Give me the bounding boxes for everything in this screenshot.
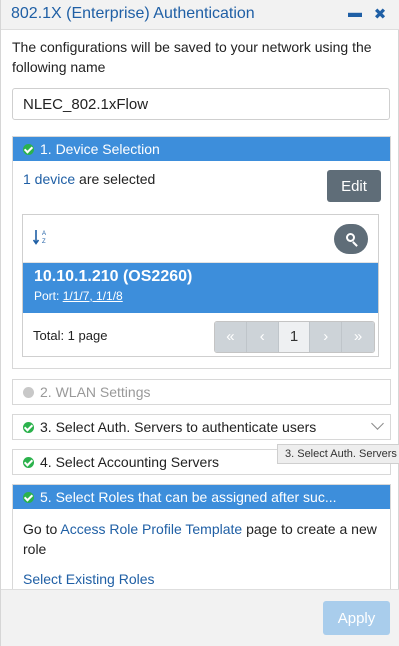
pager: « ‹ 1 › »: [214, 321, 375, 353]
section-title: 2. WLAN Settings: [40, 384, 151, 400]
roles-section: 5. Select Roles that can be assigned aft…: [12, 484, 391, 594]
device-summary: 1 device are selected: [23, 171, 155, 187]
auth-dialog: 802.1X (Enterprise) Authentication ▬ ✖ T…: [0, 0, 399, 646]
roles-instructions: Go to Access Role Profile Template page …: [23, 519, 380, 559]
pager-total: Total: 1 page: [33, 328, 108, 343]
device-table: A Z 10.10.1.210 (OS2260) Port: 1/1/7, 1/…: [22, 214, 379, 357]
pager-last-button[interactable]: »: [342, 322, 374, 352]
dialog-title: 802.1X (Enterprise) Authentication: [11, 5, 255, 22]
section-title: 3. Select Auth. Servers to authenticate …: [40, 419, 317, 435]
roles-text-prefix: Go to: [23, 521, 61, 537]
pending-circle-icon: [23, 386, 34, 398]
tooltip: 3. Select Auth. Servers to authenticate …: [277, 444, 399, 464]
device-table-toolbar: A Z: [23, 215, 378, 263]
minimize-icon[interactable]: ▬: [348, 4, 362, 20]
dialog-header: 802.1X (Enterprise) Authentication ▬ ✖: [1, 0, 399, 30]
network-name-input[interactable]: [12, 88, 390, 120]
device-name: 10.10.1.210 (OS2260): [34, 268, 193, 285]
section-title: 5. Select Roles that can be assigned aft…: [40, 489, 337, 505]
dialog-footer: Apply: [1, 589, 399, 646]
check-circle-icon: [23, 143, 34, 155]
auth-servers-section: 3. Select Auth. Servers to authenticate …: [12, 414, 391, 440]
auth-servers-header[interactable]: 3. Select Auth. Servers to authenticate …: [13, 415, 390, 439]
roles-body: Go to Access Role Profile Template page …: [13, 509, 390, 589]
roles-header[interactable]: 5. Select Roles that can be assigned aft…: [13, 485, 390, 509]
sort-az-icon[interactable]: A Z: [33, 228, 49, 246]
wlan-settings-header[interactable]: 2. WLAN Settings: [13, 380, 390, 404]
device-summary-text: are selected: [75, 171, 156, 187]
svg-text:Z: Z: [42, 239, 46, 245]
pager-first-button[interactable]: «: [215, 322, 247, 352]
device-selection-section: 1. Device Selection 1 device are selecte…: [12, 136, 391, 369]
svg-text:A: A: [42, 231, 46, 237]
chevron-down-icon[interactable]: [371, 417, 384, 430]
pager-next-button[interactable]: ›: [310, 322, 343, 352]
device-count-link[interactable]: 1 device: [23, 171, 75, 187]
search-button[interactable]: [334, 224, 368, 254]
section-title: 1. Device Selection: [40, 141, 160, 157]
check-circle-icon: [23, 491, 34, 503]
select-existing-roles-link[interactable]: Select Existing Roles: [23, 569, 380, 589]
access-role-template-link[interactable]: Access Role Profile Template: [60, 521, 242, 537]
wlan-settings-section: 2. WLAN Settings: [12, 379, 391, 405]
device-ports: Port: 1/1/7, 1/1/8: [34, 289, 378, 303]
pager-current-page[interactable]: 1: [278, 322, 311, 352]
check-circle-icon: [23, 456, 34, 468]
port-list-link[interactable]: 1/1/7, 1/1/8: [63, 289, 123, 303]
check-circle-icon: [23, 421, 34, 433]
pager-prev-button[interactable]: ‹: [246, 322, 279, 352]
section-title: 4. Select Accounting Servers: [40, 454, 219, 470]
intro-text: The configurations will be saved to your…: [12, 39, 372, 75]
apply-button[interactable]: Apply: [323, 601, 390, 635]
device-row[interactable]: 10.10.1.210 (OS2260) Port: 1/1/7, 1/1/8: [23, 263, 378, 313]
close-icon[interactable]: ✖: [373, 5, 387, 23]
edit-button[interactable]: Edit: [327, 170, 381, 202]
port-label: Port:: [34, 289, 60, 303]
device-selection-header[interactable]: 1. Device Selection: [13, 137, 390, 161]
